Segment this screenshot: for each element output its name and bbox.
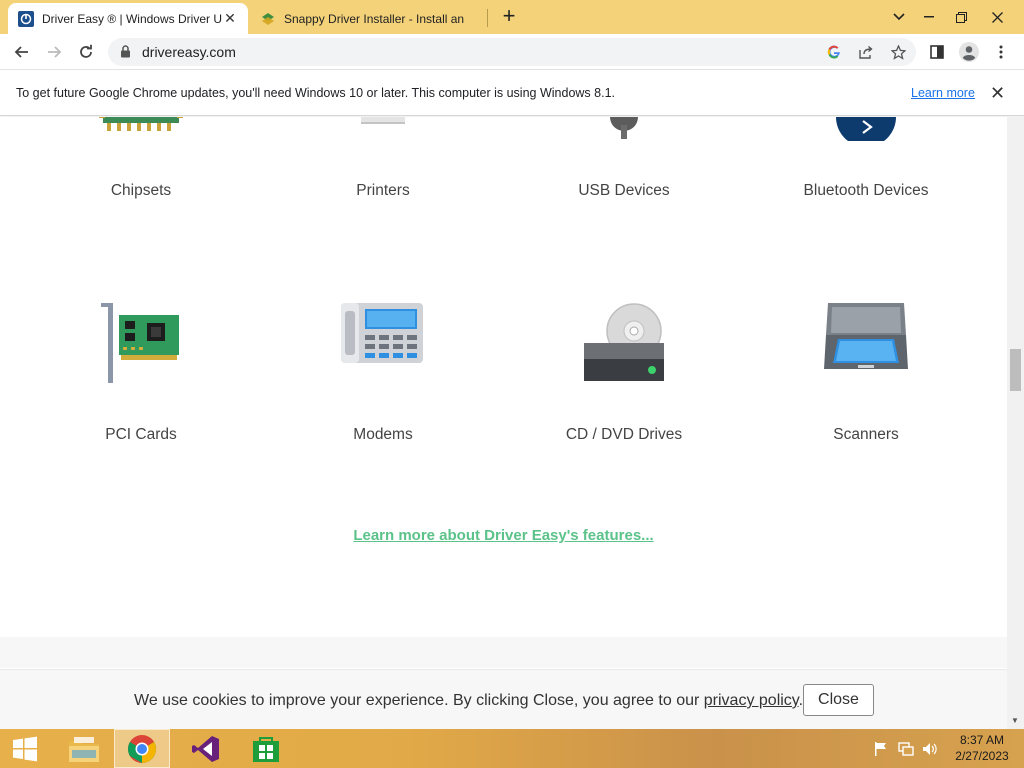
tab-strip: Driver Easy ® | Windows Driver U ✕ Snapp…: [0, 0, 1024, 34]
cookie-text: We use cookies to improve your experienc…: [134, 692, 803, 710]
chrome-menu-icon[interactable]: [990, 41, 1012, 63]
clock-date: 2/27/2023: [955, 749, 1009, 763]
google-lens-icon[interactable]: [826, 44, 842, 60]
start-button[interactable]: [0, 729, 50, 768]
browser-toolbar: drivereasy.com: [0, 34, 1024, 70]
device-label: Bluetooth Devices: [803, 182, 929, 199]
printer-icon: [361, 117, 405, 124]
side-panel-icon[interactable]: [926, 41, 948, 63]
forward-button[interactable]: [40, 38, 68, 66]
tab-title: Driver Easy ® | Windows Driver U: [42, 11, 222, 26]
section-divider: [0, 637, 1007, 668]
device-label: Modems: [353, 426, 413, 443]
url-text[interactable]: drivereasy.com: [142, 44, 236, 60]
usb-icon: [610, 117, 638, 139]
cd-dvd-drive-icon: [584, 303, 664, 381]
infobar-close-icon[interactable]: ✕: [990, 83, 1005, 104]
device-label: CD / DVD Drives: [565, 426, 683, 443]
tab-search-chevron-icon[interactable]: [882, 0, 916, 34]
reload-button[interactable]: [72, 38, 100, 66]
visual-studio-icon[interactable]: [178, 729, 234, 768]
close-window-button[interactable]: [980, 0, 1014, 34]
device-label: Printers: [356, 182, 410, 199]
share-icon[interactable]: [858, 44, 874, 60]
forward-arrow-icon: [48, 46, 62, 58]
reload-icon: [80, 44, 92, 58]
scroll-down-arrow-icon[interactable]: ▼: [1011, 716, 1019, 725]
new-tab-button[interactable]: +: [498, 5, 520, 28]
tab-close-icon[interactable]: ✕: [222, 10, 238, 27]
bluetooth-icon: [836, 117, 896, 141]
taskbar-clock[interactable]: 8:37 AM 2/27/2023: [944, 732, 1020, 764]
device-label: Chipsets: [110, 182, 172, 199]
back-arrow-icon: [14, 46, 28, 58]
back-button[interactable]: [8, 38, 36, 66]
tab-snappy-driver[interactable]: Snappy Driver Installer - Install an: [250, 3, 486, 34]
address-bar[interactable]: drivereasy.com: [108, 38, 916, 66]
scrollbar-thumb[interactable]: [1010, 349, 1021, 391]
file-explorer-icon[interactable]: [56, 729, 112, 768]
features-link[interactable]: Learn more about Driver Easy's features.…: [0, 527, 1007, 544]
minimize-button[interactable]: [912, 0, 946, 34]
clock-time: 8:37 AM: [959, 733, 1005, 747]
chrome-icon[interactable]: [114, 729, 170, 768]
volume-icon[interactable]: [921, 740, 939, 758]
snappy-driver-favicon-icon: [260, 11, 276, 27]
action-center-flag-icon[interactable]: [872, 740, 890, 758]
device-label: USB Devices: [578, 182, 670, 199]
modem-icon: [341, 303, 423, 363]
lock-icon[interactable]: [120, 45, 131, 63]
driver-easy-favicon-icon: [18, 10, 34, 27]
scanner-icon: [824, 303, 908, 369]
tab-title: Snappy Driver Installer - Install an: [284, 11, 465, 26]
privacy-policy-link[interactable]: privacy policy: [704, 692, 799, 709]
network-icon[interactable]: [897, 740, 915, 758]
page-scrollbar[interactable]: ▼: [1007, 117, 1024, 729]
cookie-banner: We use cookies to improve your experienc…: [0, 669, 1007, 729]
tab-driver-easy[interactable]: Driver Easy ® | Windows Driver U ✕: [8, 3, 248, 34]
chrome-update-infobar: To get future Google Chrome updates, you…: [0, 71, 1024, 116]
store-icon[interactable]: [238, 729, 294, 768]
profile-avatar-icon[interactable]: [958, 41, 980, 63]
infobar-learn-more-link[interactable]: Learn more: [911, 86, 975, 100]
cookie-close-button[interactable]: Close: [803, 684, 874, 716]
tab-separator: [487, 9, 488, 27]
device-label: Scanners: [833, 426, 899, 443]
pci-card-icon: [101, 303, 179, 383]
chipset-icon: [99, 117, 183, 131]
windows-logo-icon: [13, 736, 37, 761]
device-label: PCI Cards: [105, 426, 177, 443]
cookie-text-prefix: We use cookies to improve your experienc…: [134, 692, 704, 709]
windows-taskbar: 8:37 AM 2/27/2023: [0, 729, 1024, 768]
bookmark-star-icon[interactable]: [890, 44, 906, 60]
restore-button[interactable]: [944, 0, 978, 34]
page-viewport: Chipsets Printers USB Devices Bluetooth …: [0, 117, 1007, 729]
infobar-message: To get future Google Chrome updates, you…: [16, 86, 615, 100]
